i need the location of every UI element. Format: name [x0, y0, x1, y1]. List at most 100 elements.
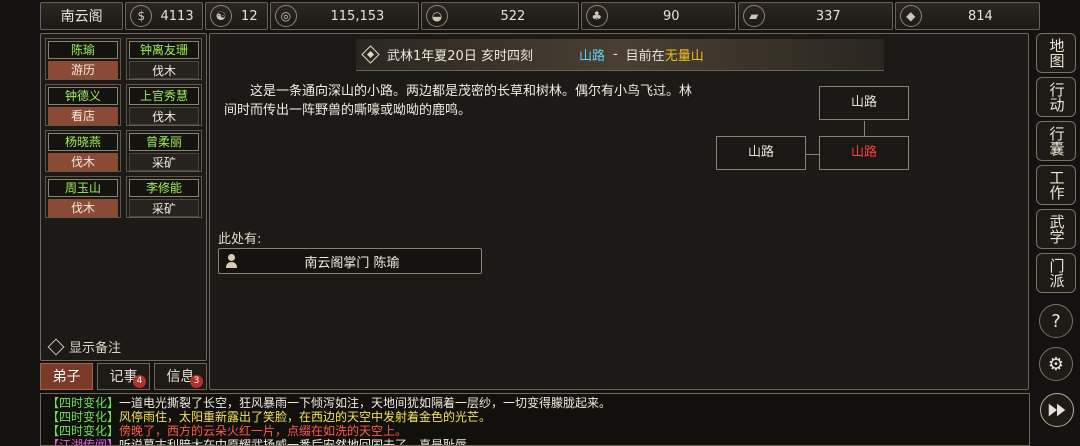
ore-icon: ◆	[899, 5, 922, 27]
disciple-task: 伐木	[48, 199, 118, 217]
log-entry: 【江湖传闻】听说慕古利暗大在中原耀武扬威一番后安然地回国去了，真是耻辱。	[47, 438, 1023, 446]
gear-icon: ⚙	[1047, 353, 1065, 375]
log-text: 风停雨住，太阳重新露出了笑脸，在西边的天空中发射着金色的光芒。	[119, 410, 492, 424]
resource-gold[interactable]: $ 4113	[125, 2, 203, 30]
resource-value: 522	[500, 8, 526, 24]
copper-coin-icon: ◎	[274, 5, 297, 27]
resource-food[interactable]: ◒ 522	[420, 2, 579, 30]
map-node-north[interactable]: 山路	[819, 86, 909, 120]
disciple-card[interactable]: 陈瑜 游历	[45, 38, 121, 80]
sect-name: 南云阁	[60, 9, 103, 25]
log-entry: 【四时变化】风停雨住，太阳重新露出了笑脸，在西边的天空中发射着金色的光芒。	[47, 410, 1023, 424]
disciple-task: 伐木	[129, 107, 199, 125]
location-description: 这是一条通向深山的小路。两边都是茂密的长草和树林。偶尔有小鸟飞过。林间时而传出一…	[224, 84, 693, 118]
map-button[interactable]: 地图	[1036, 33, 1076, 73]
disciple-task: 伐木	[48, 153, 118, 171]
resource-value: 12	[241, 8, 258, 24]
resource-bar: 南云阁 $ 4113 ☯ 12 ◎ 115,153 ◒ 522 ♣ 90 ▰ 3…	[0, 0, 1080, 32]
map-node-current: 山路	[819, 136, 909, 170]
sect-button[interactable]: 门派	[1036, 253, 1076, 293]
resource-money[interactable]: ◎ 115,153	[269, 2, 419, 30]
help-button[interactable]: ?	[1039, 304, 1073, 338]
disciple-name: 杨晓燕	[48, 133, 118, 151]
message-log[interactable]: 【四时变化】一道电光撕裂了长空，狂风暴雨一下倾泻如注，天地间犹如隔着一层纱，一切…	[40, 393, 1030, 446]
log-text: 一道电光撕裂了长空，狂风暴雨一下倾泻如注，天地间犹如隔着一层纱，一切变得朦胧起来…	[119, 396, 612, 410]
resource-wood[interactable]: ▰ 337	[737, 2, 893, 30]
notification-badge: 4	[133, 375, 146, 388]
menu-label: 行动	[1047, 82, 1066, 112]
npc-button[interactable]: 南云阁掌门 陈瑜	[218, 248, 482, 274]
map-connector	[806, 154, 820, 155]
tab-messages[interactable]: 信息 3	[154, 363, 207, 390]
resource-value: 90	[663, 8, 680, 24]
resource-herb[interactable]: ♣ 90	[580, 2, 736, 30]
tab-label: 弟子	[52, 369, 81, 385]
fast-forward-button[interactable]	[1040, 393, 1074, 427]
disciple-card[interactable]: 李修能 采矿	[126, 176, 202, 218]
resource-value: 4113	[160, 8, 194, 24]
person-icon	[225, 254, 239, 268]
current-label: 目前在	[625, 49, 665, 64]
scene-panel: 武林1年夏20日 亥时四刻 山路 - 目前在 无量山 这是一条通向深山的小路。两…	[209, 33, 1029, 390]
disciple-name: 曾柔丽	[129, 133, 199, 151]
tab-disciples[interactable]: 弟子	[40, 363, 93, 390]
diamond-checkbox-icon	[47, 338, 65, 355]
diamond-icon	[361, 45, 380, 64]
location-header: 武林1年夏20日 亥时四刻 山路 - 目前在 无量山	[356, 39, 884, 71]
disciple-card[interactable]: 上官秀慧 伐木	[126, 84, 202, 126]
disciple-name: 李修能	[129, 179, 199, 197]
map-node-west[interactable]: 山路	[716, 136, 806, 170]
sect-name-button[interactable]: 南云阁	[40, 2, 124, 30]
log-entry: 【四时变化】傍晚了，西方的云朵火红一片，点缀在如洗的天空上。	[47, 424, 1023, 438]
disciple-card[interactable]: 钟离友珊 伐木	[126, 38, 202, 80]
bag-button[interactable]: 行囊	[1036, 121, 1076, 161]
resource-taiji[interactable]: ☯ 12	[204, 2, 268, 30]
resource-value: 115,153	[330, 8, 385, 24]
log-text: 听说慕古利暗大在中原耀武扬威一番后安然地回国去了，真是耻辱。	[119, 438, 480, 446]
disciple-name: 陈瑜	[48, 41, 118, 59]
action-button[interactable]: 行动	[1036, 77, 1076, 117]
resource-value: 337	[815, 8, 841, 24]
separator: -	[612, 47, 618, 62]
location-name: 山路	[578, 49, 605, 64]
wood-icon: ▰	[742, 5, 765, 27]
notification-badge: 3	[190, 375, 203, 388]
help-icon: ?	[1051, 310, 1061, 332]
disciple-task: 采矿	[129, 153, 199, 171]
menu-label: 工作	[1047, 170, 1066, 200]
log-tag: 【四时变化】	[47, 396, 120, 410]
game-date: 武林1年夏20日 亥时四刻	[387, 49, 533, 64]
show-notes-label: 显示备注	[69, 341, 122, 356]
disciple-card[interactable]: 钟德义 看店	[45, 84, 121, 126]
disciple-name: 钟离友珊	[129, 41, 199, 59]
taiji-icon: ☯	[209, 5, 232, 27]
menu-label: 武学	[1047, 214, 1066, 244]
settings-button[interactable]: ⚙	[1039, 347, 1073, 381]
disciple-card[interactable]: 杨晓燕 伐木	[45, 130, 121, 172]
log-tag: 【四时变化】	[47, 424, 120, 438]
disciple-name: 上官秀慧	[129, 87, 199, 105]
menu-label: 地图	[1047, 38, 1066, 68]
disciple-task: 采矿	[129, 199, 199, 217]
npc-name: 南云阁掌门 陈瑜	[304, 255, 400, 271]
coin-bag-icon: $	[130, 5, 153, 27]
menu-label: 门派	[1047, 258, 1066, 288]
resource-ore[interactable]: ◆ 814	[894, 2, 1040, 30]
martial-arts-button[interactable]: 武学	[1036, 209, 1076, 249]
log-tag: 【四时变化】	[47, 410, 120, 424]
disciple-card[interactable]: 周玉山 伐木	[45, 176, 121, 218]
menu-label: 行囊	[1047, 126, 1066, 156]
disciple-task: 伐木	[129, 61, 199, 79]
herb-icon: ♣	[585, 5, 608, 27]
work-button[interactable]: 工作	[1036, 165, 1076, 205]
disciple-name: 周玉山	[48, 179, 118, 197]
disciple-task: 游历	[48, 61, 118, 79]
log-entry: 【四时变化】一道电光撕裂了长空，狂风暴雨一下倾泻如注，天地间犹如隔着一层纱，一切…	[47, 396, 1023, 410]
here-label: 此处有:	[218, 232, 262, 247]
disciples-panel: 陈瑜 游历 钟离友珊 伐木 钟德义 看店 上官秀慧 伐木 杨晓燕 伐木 曾柔丽 …	[40, 33, 207, 361]
show-notes-toggle[interactable]: 显示备注	[47, 337, 121, 356]
disciple-card[interactable]: 曾柔丽 采矿	[126, 130, 202, 172]
tab-records[interactable]: 记事 4	[97, 363, 150, 390]
log-tag: 【江湖传闻】	[47, 438, 120, 446]
disciple-task: 看店	[48, 107, 118, 125]
